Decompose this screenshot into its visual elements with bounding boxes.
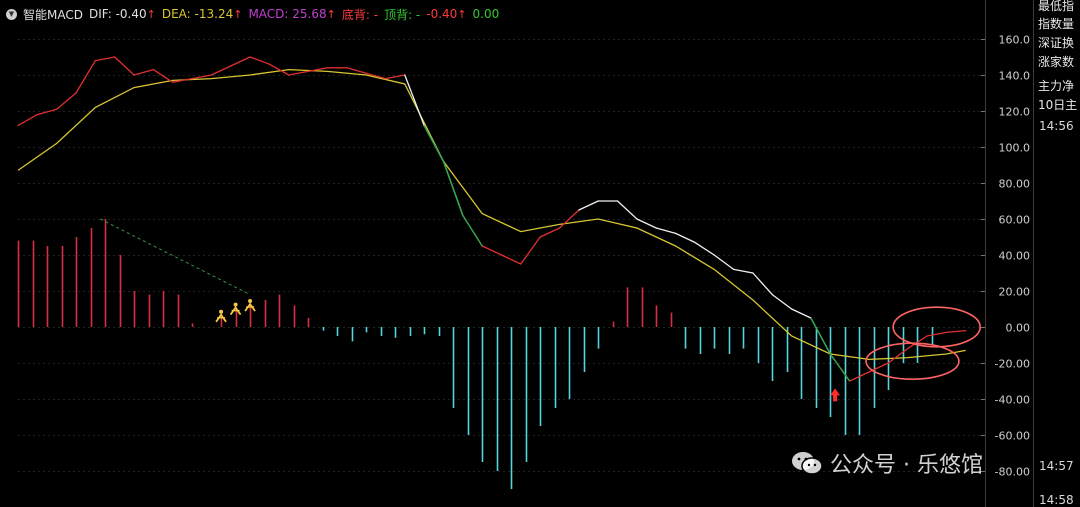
bottom-divergence: 底背: - <box>341 7 379 22</box>
y-tick-label: -20.00 <box>995 358 1030 371</box>
dif-value: DIF: -0.40↑ <box>88 7 156 21</box>
panel-item-10day-main[interactable]: 10日主 <box>1038 96 1077 114</box>
chart-background <box>0 0 1080 507</box>
top-divergence-value: -0.40↑ <box>426 7 467 21</box>
y-tick-label: 40.00 <box>999 250 1031 263</box>
extra-value: 0.00 <box>472 7 500 21</box>
y-tick-label: 160.0 <box>999 34 1031 47</box>
right-info-panel: 最低指 指数量 深证换 涨家数 主力净 10日主 14:56 14:57 14:… <box>1034 0 1080 507</box>
panel-item-advancers[interactable]: 涨家数 <box>1038 53 1074 71</box>
dea-value: DEA: -13.24↑ <box>161 7 243 21</box>
y-tick-label: 20.00 <box>999 286 1031 299</box>
up-arrow-icon: ↑ <box>457 8 467 21</box>
watermark: 公众号 · 乐悠馆 <box>790 448 983 478</box>
y-tick-label: 80.00 <box>999 178 1031 191</box>
macd-indicator-panel: 160.0 140.0 120.0 100.0 80.00 60.00 40.00 20.00… <box>0 0 1080 507</box>
y-tick-label: 60.00 <box>999 214 1031 227</box>
wechat-icon <box>792 452 823 475</box>
up-arrow-icon: ↑ <box>146 8 156 21</box>
panel-item-turnover[interactable]: 深证换 <box>1038 34 1074 52</box>
y-tick-label: 140.0 <box>999 70 1031 83</box>
time-label: 14:57 <box>1039 459 1074 473</box>
watermark-text: 公众号 · 乐悠馆 <box>830 453 983 478</box>
macd-chart[interactable]: 160.0 140.0 120.0 100.0 80.00 60.00 40.00 20.00… <box>0 0 1080 507</box>
y-tick-label: -60.00 <box>995 430 1030 443</box>
panel-item-main-net[interactable]: 主力净 <box>1038 77 1074 95</box>
panel-item-volume[interactable]: 指数量 <box>1038 15 1074 33</box>
y-tick-label: -40.00 <box>995 394 1030 407</box>
time-label: 14:58 <box>1039 493 1074 507</box>
time-label: 14:56 <box>1039 119 1074 133</box>
up-arrow-icon: ↑ <box>233 8 243 21</box>
panel-item-lowest[interactable]: 最低指 <box>1038 0 1074 15</box>
y-tick-label: 120.0 <box>999 106 1031 119</box>
indicator-header: ▼ 智能MACD DIF: -0.40↑ DEA: -13.24↑ MACD: … <box>6 6 499 22</box>
macd-value: MACD: 25.68↑ <box>248 7 336 21</box>
up-arrow-icon: ↑ <box>326 8 336 21</box>
y-tick-label: 100.0 <box>999 142 1031 155</box>
y-tick-label: 0.00 <box>1006 322 1031 335</box>
indicator-title[interactable]: 智能MACD <box>23 6 83 23</box>
chevron-down-icon[interactable]: ▼ <box>6 8 17 20</box>
y-tick-label: -80.00 <box>995 466 1030 479</box>
top-divergence: 顶背: - <box>384 7 421 22</box>
